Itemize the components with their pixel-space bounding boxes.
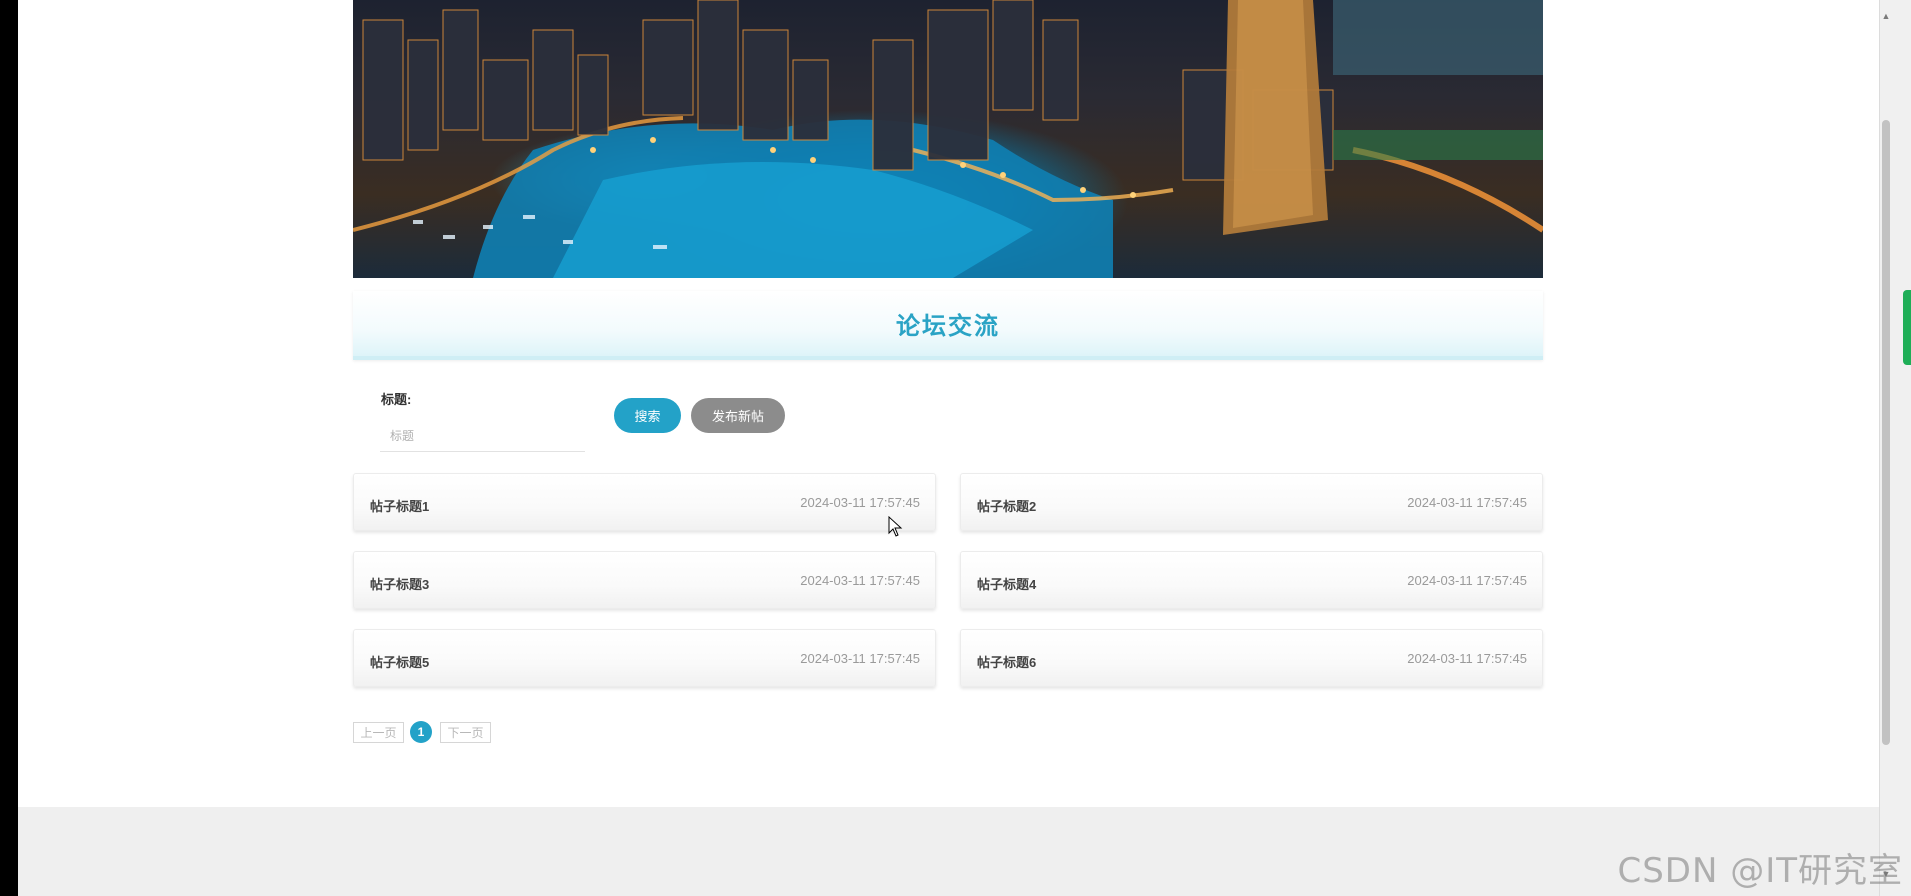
post-title: 帖子标题4 bbox=[977, 577, 1037, 592]
post-title: 帖子标题5 bbox=[370, 655, 430, 670]
title-search-label: 标题: bbox=[381, 392, 412, 407]
side-widget-tab[interactable] bbox=[1903, 290, 1911, 365]
post-item[interactable]: 帖子标题6 2024-03-11 17:57:45 bbox=[960, 629, 1543, 687]
post-date: 2024-03-11 17:57:45 bbox=[1407, 651, 1527, 666]
post-item[interactable]: 帖子标题1 2024-03-11 17:57:45 bbox=[353, 473, 936, 531]
post-date: 2024-03-11 17:57:45 bbox=[800, 573, 920, 588]
search-button[interactable]: 搜索 bbox=[614, 398, 681, 433]
banner-image bbox=[353, 0, 1543, 278]
post-item[interactable]: 帖子标题4 2024-03-11 17:57:45 bbox=[960, 551, 1543, 609]
post-item[interactable]: 帖子标题5 2024-03-11 17:57:45 bbox=[353, 629, 936, 687]
title-search-input[interactable] bbox=[380, 420, 585, 452]
post-title: 帖子标题1 bbox=[370, 499, 430, 514]
post-item[interactable]: 帖子标题3 2024-03-11 17:57:45 bbox=[353, 551, 936, 609]
post-date: 2024-03-11 17:57:45 bbox=[800, 495, 920, 510]
page-viewport: 论坛交流 标题: 搜索 发布新帖 帖子标题1 2024-03-11 17:57:… bbox=[18, 0, 1879, 896]
post-date: 2024-03-11 17:57:45 bbox=[800, 651, 920, 666]
footer bbox=[18, 807, 1879, 896]
post-item[interactable]: 帖子标题2 2024-03-11 17:57:45 bbox=[960, 473, 1543, 531]
current-page-indicator[interactable]: 1 bbox=[410, 721, 432, 743]
post-title: 帖子标题6 bbox=[977, 655, 1037, 670]
post-title: 帖子标题3 bbox=[370, 577, 430, 592]
post-date: 2024-03-11 17:57:45 bbox=[1407, 495, 1527, 510]
watermark: CSDN @IT研究室 bbox=[1617, 851, 1903, 891]
section-title-bar: 论坛交流 bbox=[353, 291, 1543, 360]
page-title: 论坛交流 bbox=[896, 313, 1000, 340]
post-title: 帖子标题2 bbox=[977, 499, 1037, 514]
scrollbar-thumb[interactable] bbox=[1882, 120, 1890, 745]
prev-page-button[interactable]: 上一页 bbox=[353, 722, 404, 743]
next-page-button[interactable]: 下一页 bbox=[440, 722, 491, 743]
new-post-button[interactable]: 发布新帖 bbox=[691, 398, 785, 433]
scroll-up-icon[interactable]: ▲ bbox=[1880, 10, 1892, 22]
mouse-cursor-icon bbox=[888, 516, 903, 537]
post-date: 2024-03-11 17:57:45 bbox=[1407, 573, 1527, 588]
